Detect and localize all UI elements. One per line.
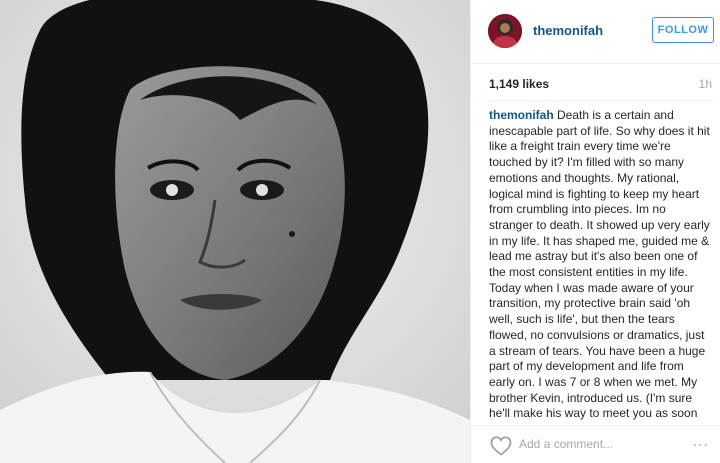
post-footer: Add a comment... ... xyxy=(471,425,720,463)
post-header: themonifah FOLLOW xyxy=(471,0,720,64)
more-options-icon[interactable]: ... xyxy=(693,433,709,451)
comment-input[interactable]: Add a comment... xyxy=(519,437,613,451)
post-caption: themonifah Death is a certain and inesca… xyxy=(489,108,711,420)
caption-username-link[interactable]: themonifah xyxy=(489,108,554,122)
post-side-panel: themonifah FOLLOW 1,149 likes 1h themoni… xyxy=(470,0,720,463)
post-photo xyxy=(0,0,470,463)
follow-button[interactable]: FOLLOW xyxy=(652,17,714,43)
divider xyxy=(489,100,713,101)
likes-count[interactable]: 1,149 likes xyxy=(489,77,549,91)
post-timestamp[interactable]: 1h xyxy=(699,77,712,91)
caption-text: Death is a certain and inescapable part … xyxy=(489,108,710,420)
heart-icon[interactable] xyxy=(490,436,512,456)
avatar[interactable] xyxy=(488,14,522,48)
username-link[interactable]: themonifah xyxy=(533,23,603,38)
